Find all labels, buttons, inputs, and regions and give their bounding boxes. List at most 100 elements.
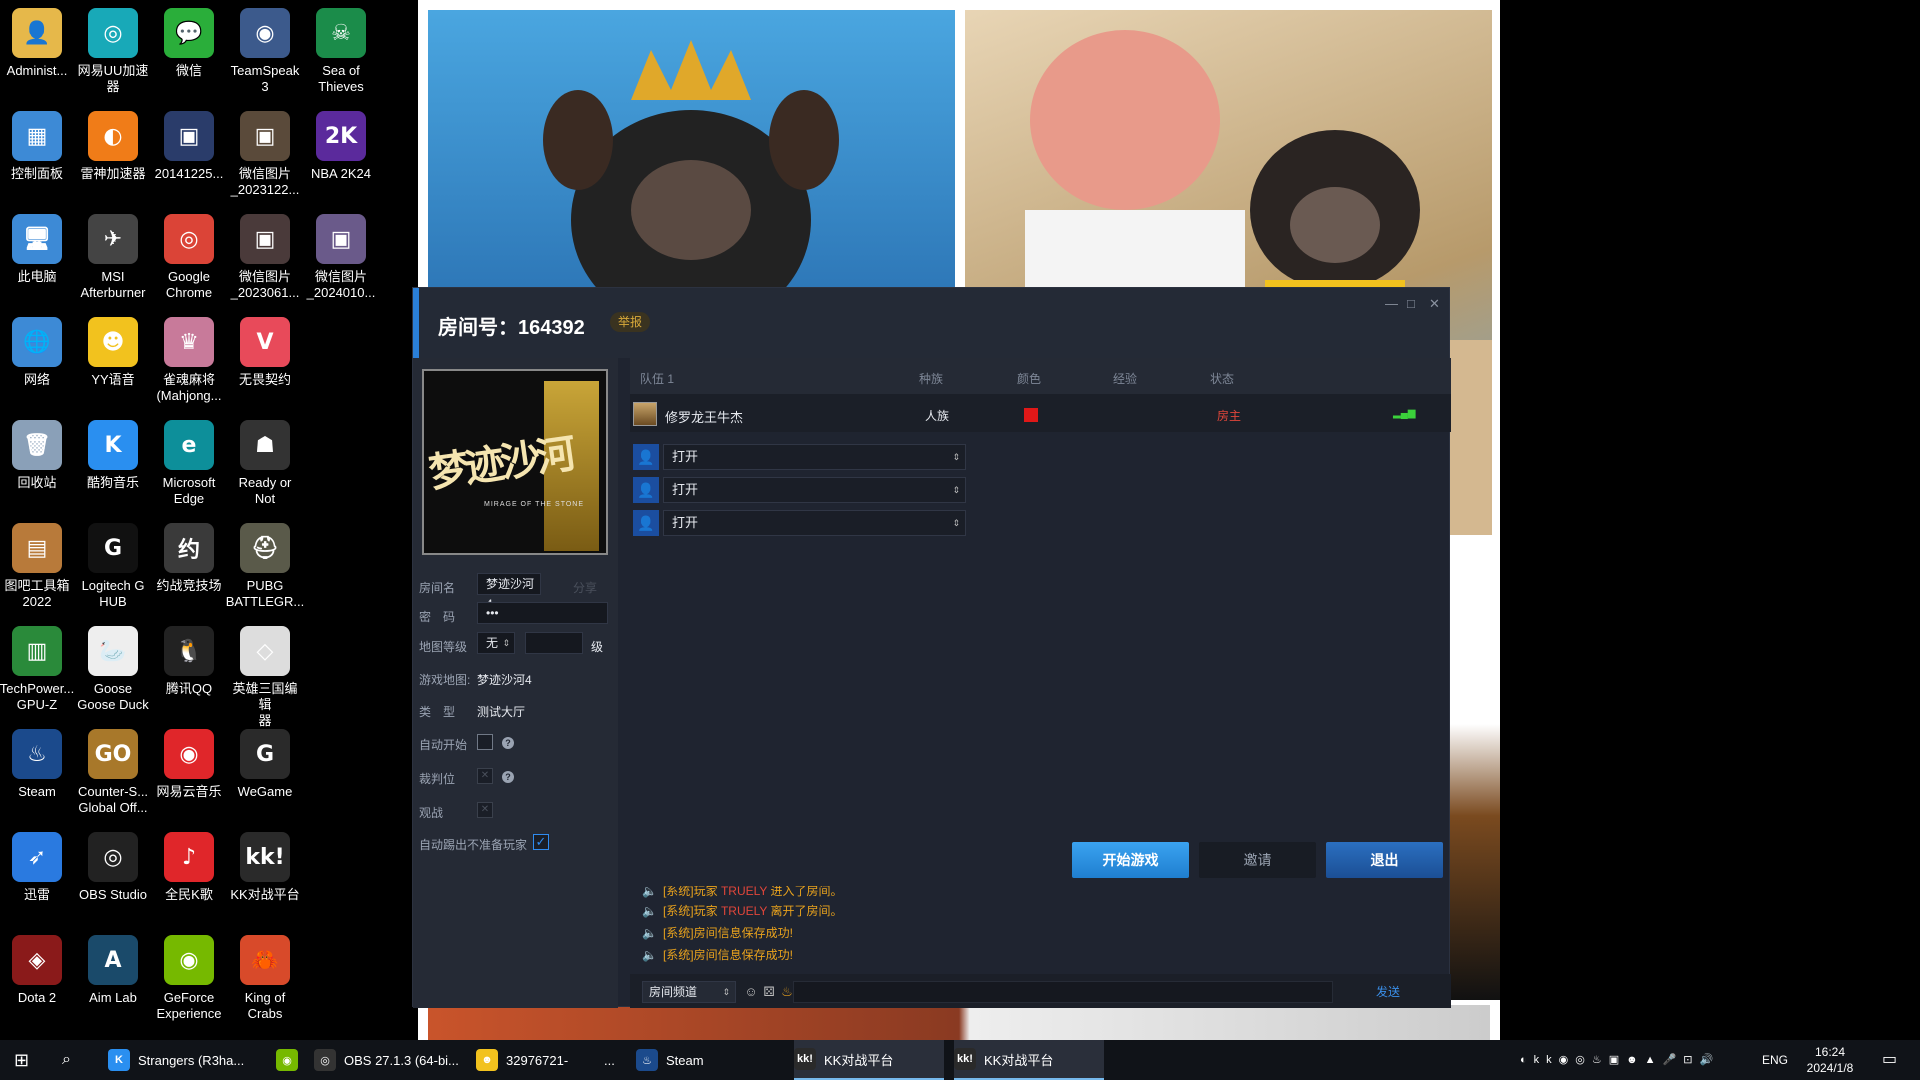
- geforce-icon: ◉: [164, 935, 214, 985]
- desktop-icon[interactable]: ▥ TechPower... GPU-Z: [0, 626, 75, 713]
- nvidia-icon: ◉: [276, 1049, 298, 1071]
- player-color-swatch[interactable]: [1024, 408, 1038, 422]
- slot-select[interactable]: 打开 ⇕: [663, 477, 966, 503]
- desktop-icon[interactable]: G Logitech G HUB: [75, 523, 151, 610]
- desktop-icon[interactable]: ▣ 微信图片 _2023122...: [227, 111, 303, 198]
- taskbar-app-button[interactable]: K Strangers (R3ha...: [108, 1040, 258, 1080]
- desktop-icon[interactable]: G WeGame: [227, 729, 303, 800]
- desktop-icon[interactable]: ◇ 英雄三国编辑 器: [227, 626, 303, 729]
- player-name: 修罗龙王牛杰: [665, 410, 744, 425]
- desktop-icon[interactable]: ♛ 雀魂麻将 (Mahjong...: [151, 317, 227, 404]
- desktop-icon[interactable]: 👤 Administ...: [0, 8, 75, 79]
- taskbar-app-button[interactable]: ◎ OBS 27.1.3 (64-bi...: [314, 1040, 464, 1080]
- desktop-icon[interactable]: ◈ Dota 2: [0, 935, 75, 1006]
- desktop-icon[interactable]: GO Counter-S... Global Off...: [75, 729, 151, 816]
- desktop-icon[interactable]: ◉ TeamSpeak 3: [227, 8, 303, 95]
- desktop-icon[interactable]: ⛑ PUBG BATTLEGR...: [226, 523, 304, 610]
- clock[interactable]: 16:24 2024/1/8: [1785, 1044, 1875, 1076]
- desktop-icon[interactable]: 🗑 回收站: [0, 420, 75, 491]
- desktop-icon[interactable]: 🐧 腾讯QQ: [151, 626, 227, 697]
- desktop-icon[interactable]: 🦢 Goose Goose Duck: [75, 626, 151, 713]
- taskbar-app-button[interactable]: kk! KK对战平台: [794, 1040, 944, 1080]
- desktop-icon[interactable]: ☠ Sea of Thieves: [303, 8, 379, 95]
- minimize-button[interactable]: —: [1385, 296, 1398, 311]
- slot-row: 👤 打开 ⇕: [633, 477, 966, 503]
- taskbar-app-button[interactable]: ...: [604, 1040, 628, 1080]
- referee-checkbox[interactable]: ✕: [477, 768, 493, 784]
- start-game-button[interactable]: 开始游戏: [1072, 842, 1189, 878]
- system-tray-icons[interactable]: ◐kk◉◎♨▣☻▲🎤⊡🔊: [1520, 1040, 1720, 1080]
- report-button[interactable]: 举报: [610, 312, 650, 332]
- help-icon[interactable]: ?: [502, 771, 514, 783]
- desktop-icon[interactable]: K 酷狗音乐: [75, 420, 151, 491]
- dota2-icon: ◈: [12, 935, 62, 985]
- room-name-input[interactable]: 梦迹沙河4: [477, 573, 541, 611]
- channel-select[interactable]: 房间频道 ⇕: [642, 981, 736, 1003]
- help-icon[interactable]: ?: [502, 737, 514, 749]
- desktop-icon[interactable]: 约约战竞技场: [151, 523, 227, 594]
- desktop-icon[interactable]: ◎ 网易UU加速 器: [75, 8, 151, 95]
- desktop-icon[interactable]: ◎ Google Chrome: [151, 214, 227, 301]
- taskbar-app-button[interactable]: kk! KK对战平台: [954, 1040, 1104, 1080]
- desktop-icon[interactable]: V 无畏契约: [227, 317, 303, 388]
- window-titlebar[interactable]: 房间号：164392 举报 — □ ✕: [413, 288, 1449, 358]
- desktop-icon-label: TechPower... GPU-Z: [0, 681, 75, 712]
- exit-button[interactable]: 退出: [1326, 842, 1443, 878]
- table-row[interactable]: 修罗龙王牛杰 人族 房主 ▂▄▆: [630, 394, 1451, 432]
- desktop-icon[interactable]: ♪ 全民K歌: [151, 832, 227, 903]
- desktop-icon-label: OBS Studio: [79, 887, 147, 902]
- taskbar-app-button[interactable]: ♨ Steam: [636, 1040, 786, 1080]
- share-button[interactable]: 分享: [573, 579, 597, 596]
- slot-select[interactable]: 打开 ⇕: [663, 510, 966, 536]
- desktop-icon[interactable]: A Aim Lab: [75, 935, 151, 1006]
- close-button[interactable]: ✕: [1429, 296, 1440, 312]
- desktop-icon[interactable]: ♨ Steam: [0, 729, 75, 800]
- desktop-icon[interactable]: ◎ OBS Studio: [75, 832, 151, 903]
- search-icon[interactable]: ⌕: [62, 1040, 71, 1080]
- taskbar-app-button[interactable]: ◉: [276, 1040, 306, 1080]
- taskbar-app-button[interactable]: ☻ 32976721-: [476, 1040, 596, 1080]
- desktop-icon[interactable]: 🦀 King of Crabs: [227, 935, 303, 1022]
- desktop-icon[interactable]: ▦ 控制面板: [0, 111, 75, 182]
- map-level-input[interactable]: [525, 632, 583, 654]
- chevron-updown-icon: ⇕: [952, 485, 960, 495]
- desktop-icon[interactable]: ◉ 网易云音乐: [151, 729, 227, 800]
- qq-icon: 🐧: [164, 626, 214, 676]
- nba2k24-icon: 2K: [316, 111, 366, 161]
- desktop-icon[interactable]: 💬 微信: [151, 8, 227, 79]
- emoji-icon[interactable]: ☺: [743, 984, 759, 1000]
- password-input[interactable]: •••: [477, 602, 608, 624]
- desktop-icon-label: Steam: [18, 784, 56, 799]
- table-header: 队伍 1 种族 颜色 经验 状态: [630, 358, 1451, 394]
- recycle-bin-icon: 🗑: [12, 420, 62, 470]
- desktop-icon[interactable]: ☗ Ready or Not: [227, 420, 303, 507]
- desktop-icon[interactable]: ◉ GeForce Experience: [151, 935, 227, 1022]
- desktop-icon[interactable]: ▤ 图吧工具箱 2022: [0, 523, 75, 610]
- auto-start-checkbox[interactable]: [477, 734, 493, 750]
- map-level-select[interactable]: 无 ⇕: [477, 632, 515, 654]
- speaker-icon: 🔈: [642, 886, 657, 898]
- spectate-checkbox[interactable]: ✕: [477, 802, 493, 818]
- desktop-icon[interactable]: e Microsoft Edge: [151, 420, 227, 507]
- kk-platform-icon: kk!: [954, 1048, 976, 1070]
- desktop-icon[interactable]: 🌐 网络: [0, 317, 75, 388]
- chat-input[interactable]: [793, 981, 1333, 1003]
- desktop-icon[interactable]: ✈ MSI Afterburner: [75, 214, 151, 301]
- desktop-icon[interactable]: kk! KK对战平台: [227, 832, 303, 903]
- desktop-icon[interactable]: ▣ 微信图片 _2023061...: [227, 214, 303, 301]
- desktop-icon[interactable]: 2K NBA 2K24: [303, 111, 379, 182]
- auto-kick-checkbox[interactable]: ✓: [533, 834, 549, 850]
- desktop-icon[interactable]: 🖥 此电脑: [0, 214, 75, 285]
- dice-icon[interactable]: ⚄: [761, 984, 777, 1000]
- maximize-button[interactable]: □: [1407, 296, 1415, 311]
- desktop-icon[interactable]: ▣ 20141225...: [151, 111, 227, 182]
- desktop-icon[interactable]: ▣ 微信图片 _2024010...: [303, 214, 379, 301]
- invite-button[interactable]: 邀请: [1199, 842, 1316, 878]
- slot-select[interactable]: 打开 ⇕: [663, 444, 966, 470]
- windows-start-icon[interactable]: ⊞: [14, 1040, 29, 1080]
- notifications-icon[interactable]: ▭: [1882, 1040, 1897, 1080]
- desktop-icon[interactable]: ☻ YY语音: [75, 317, 151, 388]
- desktop-icon[interactable]: ➶ 迅雷: [0, 832, 75, 903]
- send-button[interactable]: 发送: [1360, 981, 1416, 1003]
- desktop-icon[interactable]: ◐ 雷神加速器: [75, 111, 151, 182]
